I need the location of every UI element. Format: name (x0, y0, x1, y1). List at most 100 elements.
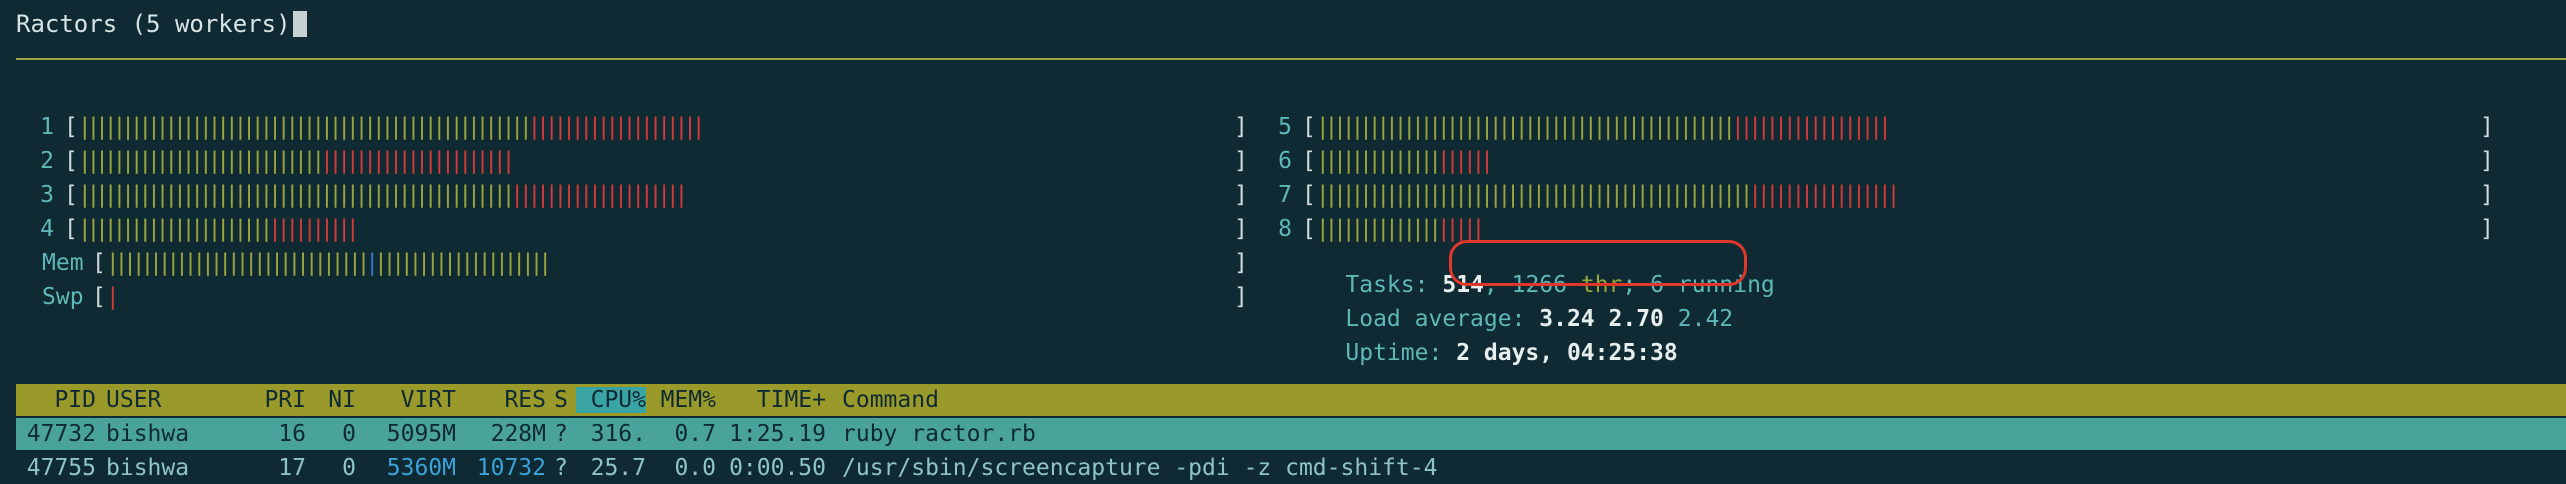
meter-close-bracket: ] (1234, 216, 1248, 242)
process-table-header[interactable]: PID USER PRI NI VIRT RES S CPU% MEM% TIM… (16, 384, 2566, 416)
meter-bar-segment: ||||||||||||||||||||||||||||||||||||||||… (77, 114, 533, 140)
cpu-meter-4: 4[|||||||||||||||||||||| |||||||||| (14, 214, 360, 244)
cell-virt: 5360M (386, 455, 456, 481)
meter-close-bracket: ] (2480, 114, 2494, 140)
meter-bar-segment: |||||||||||||||||||| (527, 114, 706, 140)
cell-user: bishwa (106, 421, 190, 447)
meter-label: 6 (1278, 148, 1292, 174)
meter-close-bracket: ] (2480, 216, 2494, 242)
cell-pri: 17 (278, 455, 306, 481)
meter-label: 5 (1278, 114, 1292, 140)
meter-close-bracket: ] (1234, 182, 1248, 208)
meter-bar-segment: |||||| (1436, 148, 1494, 174)
meter-bar-segment: |||||||||||||||||||||||||||||| (105, 250, 371, 276)
cell-cpu: 25.7 (590, 455, 646, 481)
col-time[interactable]: TIME+ (716, 387, 826, 413)
col-ni[interactable]: NI (306, 387, 356, 413)
cell-state: ? (554, 421, 568, 447)
meter-label: 4 (40, 216, 54, 242)
load-15min: 2.42 (1677, 306, 1734, 332)
uptime-label: Uptime: (1345, 340, 1443, 366)
meter-open-bracket: [ (92, 250, 106, 276)
cell-res: 10732 (476, 455, 546, 481)
meter-label: 1 (40, 114, 54, 140)
cell-mem: 0.7 (674, 421, 716, 447)
meter-close-bracket: ] (1234, 284, 1248, 310)
col-state[interactable]: S (546, 387, 576, 413)
meter-bar-segment: |||||||||||||||||||||| (319, 148, 515, 174)
meter-bar-segment: |||||||||||||||||||||| (77, 216, 273, 242)
cell-user: bishwa (106, 455, 190, 481)
uptime-line: Uptime: 2 days, 04:25:38 (1290, 314, 1678, 392)
uptime-value: 2 days, 04:25:38 (1456, 340, 1678, 366)
meter-open-bracket: [ (64, 148, 78, 174)
col-res[interactable]: RES (456, 387, 546, 413)
cell-virt: 5095M (386, 421, 456, 447)
cell-ni: 0 (342, 421, 356, 447)
col-cpu[interactable]: CPU% (576, 387, 646, 413)
meter-open-bracket: [ (64, 114, 78, 140)
terminal-title: Ractors (5 workers) (16, 10, 307, 38)
meter-label: 8 (1278, 216, 1292, 242)
meter-close-bracket: ] (1234, 250, 1248, 276)
meter-label: Mem (42, 250, 84, 276)
meter-open-bracket: [ (64, 216, 78, 242)
meter-label: 3 (40, 182, 54, 208)
meter-bar-segment: |||||||||||||| (1315, 148, 1442, 174)
cell-pri: 16 (278, 421, 306, 447)
meter-bar-segment: ||||||||||||||||| (1748, 182, 1900, 208)
cell-mem: 0.0 (674, 455, 716, 481)
meter-open-bracket: [ (64, 182, 78, 208)
cpu-meter-1: 1[||||||||||||||||||||||||||||||||||||||… (14, 112, 706, 142)
meter-label: 7 (1278, 182, 1292, 208)
table-row[interactable]: 47755 bishwa 17 0 5360M 10732 ? 25.7 0.0… (16, 452, 2566, 484)
cell-pid: 47732 (26, 421, 96, 447)
col-pid[interactable]: PID (16, 387, 96, 413)
meter-bar-segment: |||||||||||||| (1315, 216, 1442, 242)
meter-close-bracket: ] (1234, 148, 1248, 174)
meter-close-bracket: ] (1234, 114, 1248, 140)
cpu-meter-2: 2[|||||||||||||||||||||||||||| ||||||||||… (14, 146, 515, 176)
title-text: Ractors (5 workers) (16, 10, 291, 38)
col-virt[interactable]: VIRT (356, 387, 456, 413)
cpu-meter-3: 3[||||||||||||||||||||||||||||||||||||||… (14, 180, 688, 210)
meter-close-bracket: ] (2480, 148, 2494, 174)
cell-command: /usr/sbin/screencapture -pdi -z cmd-shif… (842, 455, 1438, 481)
cell-cpu: 316. (590, 421, 646, 447)
meter-bar-segment: ||||| (1436, 216, 1485, 242)
cell-res: 228M (490, 421, 546, 447)
col-mem[interactable]: MEM% (646, 387, 716, 413)
meter-open-bracket: [ (92, 284, 106, 310)
meter-close-bracket: ] (2480, 182, 2494, 208)
table-row[interactable]: 47732 bishwa 16 0 5095M 228M ? 316. 0.7 … (16, 418, 2566, 450)
cpu-meter-8: 8[|||||||||||||| ||||| (1252, 214, 1485, 244)
cell-time: 1:25.19 (729, 421, 826, 447)
meter-open-bracket: [ (1302, 148, 1316, 174)
col-command[interactable]: Command (826, 387, 939, 413)
meter-bar-segment: |||||||||||||||||||| (510, 182, 688, 208)
cell-command: ruby ractor.rb (842, 421, 1036, 447)
cell-state: ? (554, 455, 568, 481)
cpu-meter-5: 5 [||||||||||||||||||||||||||||||||||||||… (1252, 112, 1892, 142)
col-pri[interactable]: PRI (246, 387, 306, 413)
cpu-meter-6: 6[|||||||||||||| |||||| (1252, 146, 1494, 176)
swap-meter: Swp [| (42, 282, 120, 312)
text-cursor (292, 11, 307, 37)
meter-bar-segment: | (365, 250, 379, 276)
divider-line (16, 58, 2566, 60)
cell-ni: 0 (342, 455, 356, 481)
terminal-window: Ractors (5 workers) 1[||||||||||||||||||… (0, 0, 2566, 481)
meter-label: Swp (42, 284, 84, 310)
meter-label: 2 (40, 148, 54, 174)
col-user[interactable]: USER (96, 387, 246, 413)
meter-bar-segment: ||||||||||||||||||||||||||||||||||||||||… (1315, 182, 1754, 208)
meter-open-bracket: [ (1302, 114, 1316, 140)
memory-meter: Mem[|||||||||||||||||||||||||||||| | |||||… (42, 248, 552, 278)
meter-bar-segment: |||||||||||||||||||||||||||| (77, 148, 325, 174)
cell-time: 0:00.50 (729, 455, 826, 481)
meter-bar-segment: | (105, 284, 120, 310)
meter-bar-segment: |||||||||||||||||||| (373, 250, 552, 276)
meter-bar-segment: ||||||||||||||||||||||||||||||||||||||||… (77, 182, 516, 208)
meter-open-bracket: [ (1302, 216, 1316, 242)
meter-bar-segment: ||||||||||||||||||||||||||||||||||||||||… (1315, 114, 1736, 140)
